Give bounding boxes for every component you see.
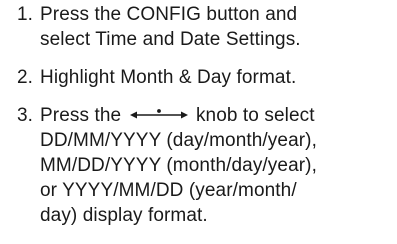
- step-1: 1. Press the CONFIG button and select Ti…: [0, 2, 397, 52]
- step-text-line: or YYYY/MM/DD (year/month/: [40, 180, 297, 201]
- step-text-after-icon: knob to select: [195, 105, 315, 126]
- step-text-line: Highlight Month & Day format.: [40, 67, 297, 88]
- step-text-line: select Time and Date Settings.: [40, 29, 301, 50]
- step-text-line: DD/MM/YYYY (day/month/year),: [40, 130, 317, 151]
- step-number: 1.: [17, 4, 34, 25]
- step-text-line: MM/DD/YYYY (month/day/year),: [40, 155, 317, 176]
- step-text-line: Press the knob to select: [40, 103, 397, 128]
- step-2: 2. Highlight Month & Day format.: [0, 65, 397, 90]
- step-number: 3.: [17, 105, 34, 126]
- step-number: 2.: [17, 67, 34, 88]
- step-text-line: day) display format.: [40, 205, 208, 226]
- step-text-line: Press the CONFIG button and: [40, 4, 298, 25]
- knob-rotate-icon: [129, 108, 188, 120]
- step-3: 3. Press the knob to select DD/MM/YYYY (…: [0, 103, 397, 228]
- step-text-before-icon: Press the: [40, 105, 122, 126]
- instruction-steps: 1. Press the CONFIG button and select Ti…: [0, 0, 397, 228]
